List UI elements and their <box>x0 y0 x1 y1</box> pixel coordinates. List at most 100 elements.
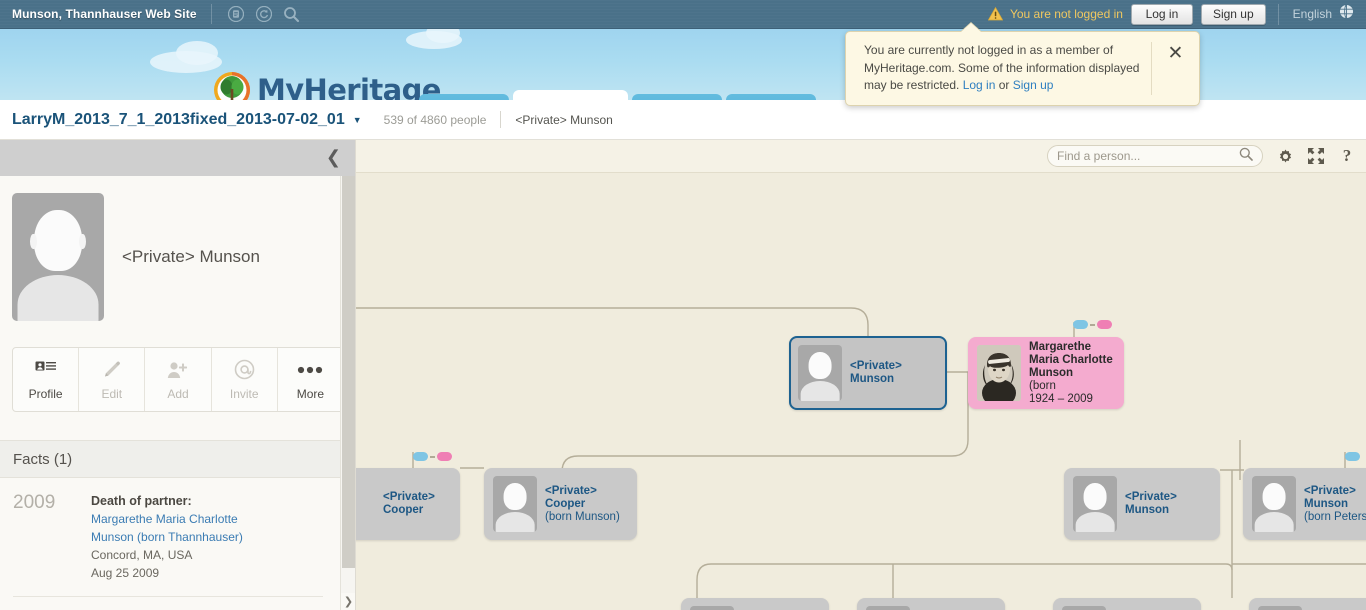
profile-label: Profile <box>28 386 63 401</box>
node-name-line3: Munson <box>1029 366 1074 379</box>
avatar-head <box>34 209 82 272</box>
gear-icon[interactable] <box>1276 147 1294 165</box>
tree-node-bottom-4[interactable]: <Private> <box>1249 598 1366 610</box>
search-icon[interactable] <box>1239 147 1253 166</box>
tree-node-cooper[interactable]: <Private> Cooper (born Munson) <box>484 468 637 540</box>
node-name-line2: Munson <box>1304 497 1349 510</box>
not-logged-in-tooltip: You are currently not logged in as a mem… <box>845 22 1200 106</box>
expand-icon[interactable] <box>1307 147 1325 165</box>
avatar-ear-right <box>79 233 86 250</box>
tree-node-bottom-3[interactable]: <Private> <box>1053 598 1201 610</box>
avatar-head <box>808 352 832 380</box>
tooltip-signup-link[interactable]: Sign up <box>1013 78 1054 92</box>
avatar-head <box>1262 483 1286 511</box>
node-avatar <box>1258 606 1302 610</box>
fact-title: Death of partner: <box>91 494 192 508</box>
tree-node-munson-right-2[interactable]: <Private> Munson (born Peterson) <box>1243 468 1366 540</box>
not-logged-in-status: You are not logged in <box>987 6 1131 21</box>
node-name: <Private> Munson (born Peterson) <box>1304 485 1366 524</box>
fact-date: Aug 25 2009 <box>91 566 160 580</box>
search-person-field[interactable] <box>1047 145 1263 167</box>
avatar <box>12 193 104 321</box>
invite-button[interactable]: Invite <box>212 348 278 411</box>
search-input[interactable] <box>1057 149 1239 163</box>
divider <box>13 596 323 597</box>
male-marker[interactable] <box>1073 320 1088 329</box>
sidebar-header: ❮ <box>0 140 355 176</box>
tree-node-selected[interactable]: <Private> Munson <box>789 336 947 410</box>
facts-section-header: Facts (1) <box>0 440 355 478</box>
marker-link <box>430 455 435 458</box>
tooltip-line-3-prefix: may be restricted. <box>864 78 963 93</box>
sidebar-person-summary: <Private> Munson <box>0 176 355 321</box>
signup-button[interactable]: Sign up <box>1200 3 1266 25</box>
more-button[interactable]: More <box>278 348 343 411</box>
tree-toolbar: ? <box>356 140 1366 173</box>
language-selector[interactable]: English <box>1277 3 1366 25</box>
edit-button[interactable]: Edit <box>79 348 146 411</box>
avatar-body <box>17 274 99 321</box>
sidebar-action-bar: Profile Edit Add Invite More <box>12 347 344 412</box>
cloud-decoration <box>176 41 218 65</box>
tree-name-dropdown[interactable]: LarryM_2013_7_1_2013fixed_2013-07-02_01 <box>0 111 345 129</box>
chevron-down-icon[interactable]: ▼ <box>353 115 362 125</box>
tab-family-tree[interactable]: Family tree <box>513 90 629 100</box>
female-marker[interactable] <box>437 452 452 461</box>
fact-year: 2009 <box>13 492 56 513</box>
tree-node-bottom-1[interactable]: <Private> <box>681 598 829 610</box>
profile-button[interactable]: Profile <box>13 348 80 411</box>
tree-node-margarethe[interactable]: Margarethe Maria Charlotte Munson (born … <box>968 337 1124 409</box>
tree-node-bottom-2[interactable]: <Private> <box>857 598 1005 610</box>
person-sidebar: ❮ <Private> Munson Profile Edit Add Invi… <box>0 140 356 610</box>
node-name-line2: Munson <box>850 373 895 385</box>
topbar-icon-group <box>212 5 301 23</box>
node-photo <box>977 345 1021 401</box>
add-person-icon <box>167 359 189 381</box>
fact-item: 2009 Death of partner: Margarethe Maria … <box>0 478 355 582</box>
node-avatar <box>798 345 842 401</box>
tree-node-munson-right-1[interactable]: <Private> Munson <box>1064 468 1220 540</box>
male-marker[interactable] <box>413 452 428 461</box>
close-icon[interactable]: ✕ <box>1168 44 1184 63</box>
divider <box>500 111 502 128</box>
warning-icon <box>987 6 1004 21</box>
male-marker[interactable] <box>1345 452 1360 461</box>
logo-wordmark: MyHeritage <box>257 73 441 100</box>
avatar-body <box>800 380 840 401</box>
family-tree-canvas[interactable]: <Private> Munson Margarethe Maria Charlo… <box>356 140 1366 610</box>
help-question-icon[interactable]: ? <box>1338 146 1356 165</box>
main-nav: Home Family tree Photos Events <box>419 90 817 100</box>
node-name-line1: <Private> <box>545 484 597 497</box>
node-life-years: 1924 – 2009 <box>1029 392 1093 405</box>
document-icon[interactable] <box>227 5 245 23</box>
tree-logo-icon <box>213 71 251 100</box>
myheritage-logo[interactable]: MyHeritage <box>213 71 441 100</box>
node-name: <Private> Munson <box>1125 491 1177 517</box>
node-avatar <box>690 606 734 610</box>
language-label: English <box>1292 7 1332 21</box>
chevron-down-icon[interactable]: ❯ <box>341 593 355 610</box>
sidebar-person-name: <Private> Munson <box>122 247 260 266</box>
scrollbar-thumb[interactable] <box>342 176 355 568</box>
chevron-left-icon[interactable]: ❮ <box>326 149 341 167</box>
avatar-ear-left <box>30 233 37 250</box>
login-button[interactable]: Log in <box>1130 3 1193 25</box>
search-icon[interactable] <box>283 5 301 23</box>
site-title: Munson, Thannhauser Web Site <box>12 7 197 21</box>
facts-header-label: Facts (1) <box>13 450 73 468</box>
fact-details: Death of partner: Margarethe Maria Charl… <box>91 492 243 582</box>
node-name-line2: Cooper <box>545 497 586 510</box>
fact-person-link-line1[interactable]: Margarethe Maria Charlotte <box>91 510 243 528</box>
node-name: <Private> Munson <box>850 360 902 386</box>
tooltip-line-1: You are currently not logged in as a mem… <box>864 43 1114 57</box>
node-name-line1: Margarethe <box>1029 340 1091 353</box>
tooltip-conjunction: or <box>995 78 1013 93</box>
add-button[interactable]: Add <box>145 348 212 411</box>
female-marker[interactable] <box>1097 320 1112 329</box>
tree-node-cooper-left[interactable]: <Private> Cooper <box>356 468 460 540</box>
refresh-icon[interactable] <box>255 5 273 23</box>
tooltip-arrow <box>961 23 981 32</box>
fact-person-link-line2[interactable]: Munson (born Thannhauser) <box>91 528 243 546</box>
tooltip-login-link[interactable]: Log in <box>963 78 996 92</box>
sidebar-scrollbar[interactable]: ❯ <box>340 176 355 610</box>
